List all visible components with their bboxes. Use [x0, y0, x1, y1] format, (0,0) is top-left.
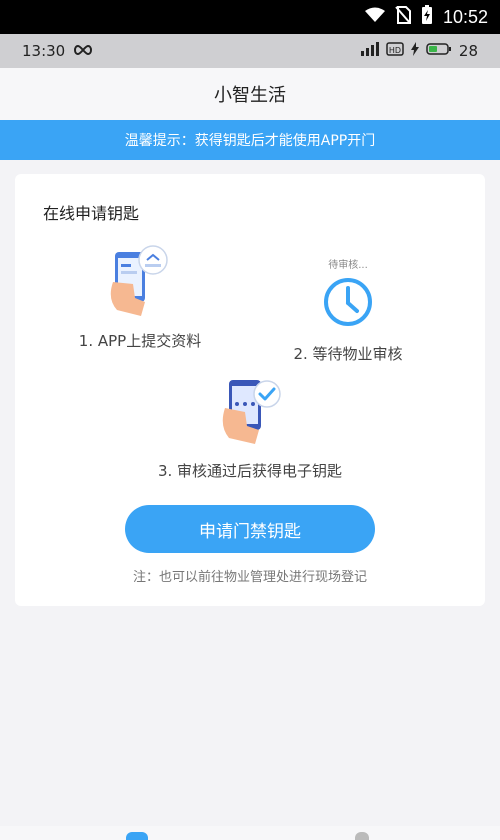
apply-key-card: 在线申请钥匙 1. APP上提交资料 待审核... 2. 等待物业审核 3. 审…	[15, 174, 485, 606]
hd-icon: HD	[386, 42, 404, 60]
no-sim-icon	[395, 6, 411, 28]
svg-text:HD: HD	[389, 46, 401, 55]
inner-status-bar: 13:30 HD 28	[0, 34, 500, 68]
infinity-icon	[73, 42, 93, 60]
app-header: 小智生活	[0, 68, 500, 120]
battery-level: 28	[458, 42, 478, 60]
inner-battery-icon	[426, 42, 452, 60]
os-status-bar: 10:52	[0, 0, 500, 34]
tip-text: 温馨提示：获得钥匙后才能使用APP开门	[124, 133, 376, 149]
wifi-icon	[364, 7, 385, 27]
bottom-nav	[0, 826, 500, 840]
card-title: 在线申请钥匙	[43, 204, 140, 223]
step-label: 3. 审核通过后获得电子钥匙	[157, 462, 343, 480]
tip-banner: 温馨提示：获得钥匙后才能使用APP开门	[0, 120, 500, 160]
step-submit: 1. APP上提交资料	[65, 244, 215, 351]
page-title: 小智生活	[214, 85, 286, 106]
step-label: 2. 等待物业审核	[293, 345, 403, 363]
clock-icon	[324, 278, 372, 326]
battery-charging-icon	[421, 5, 433, 29]
signal-icon	[360, 42, 379, 60]
step-approved: 3. 审核通过后获得电子钥匙	[115, 374, 385, 481]
step-review: 待审核... 2. 等待物业审核	[273, 256, 423, 364]
phone-approved-illustration	[222, 380, 281, 444]
step-label: 1. APP上提交资料	[78, 332, 202, 350]
note-text: 注：也可以前往物业管理处进行现场登记	[132, 570, 367, 585]
os-time: 10:52	[442, 6, 488, 27]
nav-home-icon[interactable]	[126, 832, 148, 840]
pending-badge: 待审核...	[328, 260, 368, 271]
phone-submit-illustration	[110, 245, 168, 316]
nav-profile-icon[interactable]	[355, 832, 369, 840]
inner-time: 13:30	[22, 42, 66, 60]
apply-key-button[interactable]: 申请门禁钥匙	[125, 505, 375, 553]
charging-bolt-icon	[410, 42, 419, 60]
